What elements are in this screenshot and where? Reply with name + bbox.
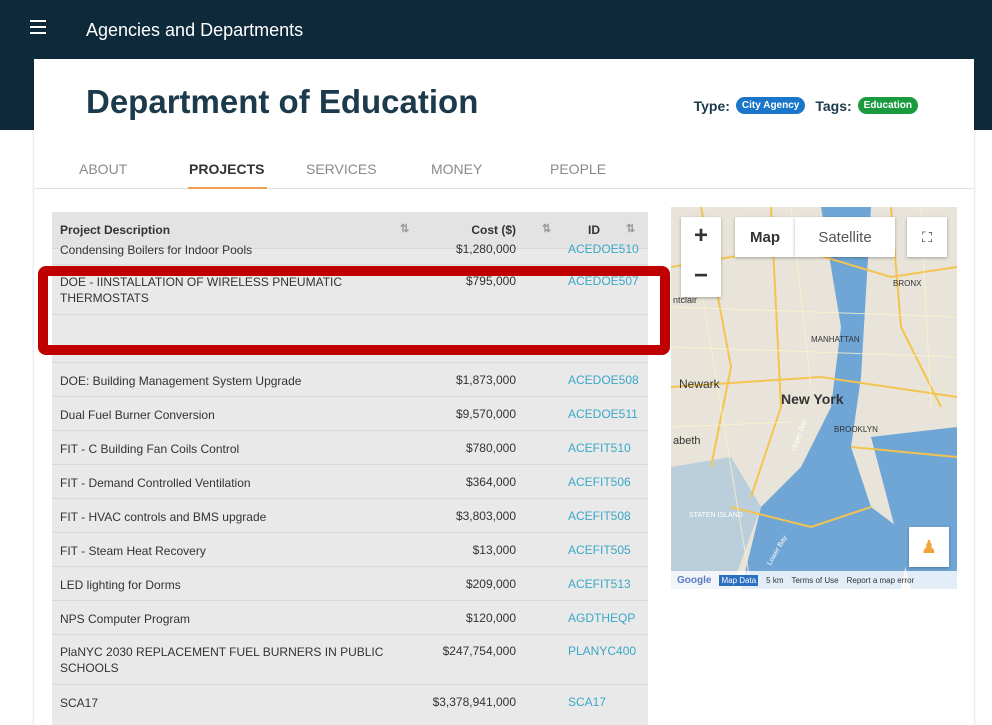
tab-bar: ABOUT PROJECTS SERVICES MONEY PEOPLE — [34, 151, 974, 189]
project-id-link[interactable]: SCA17 — [568, 695, 606, 709]
project-description: Dual Fuel Burner Conversion — [60, 408, 215, 422]
column-header-cost[interactable]: Cost ($) — [471, 223, 516, 237]
project-description: FIT - Demand Controlled Ventilation — [60, 476, 251, 490]
project-id-link[interactable]: ACEFIT510 — [568, 441, 631, 455]
project-cost: $247,754,000 — [442, 644, 516, 658]
zoom-out-button[interactable]: − — [694, 257, 708, 297]
highlight-box — [38, 266, 670, 355]
table-row[interactable]: FIT - Steam Heat Recovery $13,000 ACEFIT… — [52, 532, 648, 566]
project-description: NPS Computer Program — [60, 612, 191, 626]
map-label-new-york: New York — [781, 391, 844, 407]
project-cost: $1,280,000 — [455, 242, 516, 256]
map-type-map-button[interactable]: Map — [735, 217, 795, 257]
table-row[interactable]: NPS Computer Program $120,000 AGDTHEQP — [52, 600, 648, 634]
project-id-link[interactable]: ACEFIT505 — [568, 543, 631, 557]
map-data-link[interactable]: Map Data — [719, 574, 759, 586]
project-id-link[interactable]: AGDTHEQP — [568, 611, 635, 625]
sort-icon[interactable]: ⇅ — [542, 222, 551, 235]
project-cost: $9,570,000 — [455, 407, 516, 421]
project-id-link[interactable]: PLANYC400 — [568, 644, 636, 658]
zoom-control: + − — [681, 217, 721, 297]
project-cost: $120,000 — [465, 611, 516, 625]
project-id-link[interactable]: ACEDOE511 — [568, 407, 638, 421]
map-attribution: Google Map Data 5 km Terms of Use Report… — [671, 571, 957, 589]
column-header-description[interactable]: Project Description — [60, 223, 170, 237]
project-id-link[interactable]: ACEDOE508 — [568, 373, 639, 387]
type-label: Type: — [693, 97, 730, 114]
table-row[interactable]: SCA17 $3,378,941,000 SCA17 — [52, 684, 648, 718]
table-row[interactable]: Dual Fuel Burner Conversion $9,570,000 A… — [52, 396, 648, 430]
map-label-bronx: BRONX — [893, 279, 922, 288]
tab-about[interactable]: ABOUT — [79, 161, 127, 177]
project-description: SCA17 — [60, 696, 99, 710]
fullscreen-icon[interactable]: ⛶ — [907, 217, 947, 257]
sort-icon[interactable]: ⇅ — [626, 222, 635, 235]
project-id-link[interactable]: ACEFIT508 — [568, 509, 631, 523]
report-map-error-link[interactable]: Report a map error — [847, 576, 915, 585]
project-description: DOE: Building Management System Upgrade — [60, 374, 302, 388]
zoom-in-button[interactable]: + — [694, 217, 708, 257]
page-title: Department of Education — [86, 83, 479, 120]
project-cost: $13,000 — [472, 543, 516, 557]
project-cost: $3,803,000 — [455, 509, 516, 523]
project-cost: $1,873,000 — [455, 373, 516, 387]
type-badge[interactable]: City Agency — [735, 97, 806, 114]
project-description: PlaNYC 2030 REPLACEMENT FUEL BURNERS IN … — [60, 645, 384, 675]
sort-asc-icon[interactable]: ⇅ — [400, 222, 409, 235]
project-description: LED lighting for Dorms — [60, 578, 181, 592]
tab-services[interactable]: SERVICES — [306, 161, 377, 177]
tags-label: Tags: — [815, 97, 852, 114]
column-header-id[interactable]: ID — [588, 223, 600, 237]
project-description: FIT - C Building Fan Coils Control — [60, 442, 240, 456]
tab-people[interactable]: PEOPLE — [550, 161, 606, 177]
map-type-satellite-button[interactable]: Satellite — [795, 217, 895, 257]
agency-meta: Type: City Agency Tags: Education — [694, 97, 918, 114]
project-description: FIT - HVAC controls and BMS upgrade — [60, 510, 267, 524]
menu-icon[interactable] — [30, 20, 46, 34]
tab-projects[interactable]: PROJECTS — [189, 161, 264, 177]
app-title: Agencies and Departments — [86, 20, 304, 40]
map-label-staten-island: STATEN ISLAND — [689, 512, 743, 519]
project-cost: $209,000 — [465, 577, 516, 591]
table-row[interactable]: PlaNYC 2030 REPLACEMENT FUEL BURNERS IN … — [52, 634, 648, 684]
tag-badge[interactable]: Education — [857, 97, 918, 114]
project-id-link[interactable]: ACEFIT506 — [568, 475, 631, 489]
project-cost: $364,000 — [465, 475, 516, 489]
map-view[interactable]: Newark New York MANHATTAN BROOKLYN BRONX… — [671, 207, 957, 589]
active-tab-indicator — [188, 187, 267, 189]
project-description: FIT - Steam Heat Recovery — [60, 544, 206, 558]
pegman-icon[interactable]: ♟ — [909, 527, 949, 567]
table-row[interactable]: Condensing Boilers for Indoor Pools $1,2… — [52, 242, 648, 264]
map-label-elizabeth: abeth — [673, 435, 701, 447]
table-row[interactable]: FIT - HVAC controls and BMS upgrade $3,8… — [52, 498, 648, 532]
project-cost: $780,000 — [465, 441, 516, 455]
table-row[interactable]: LED lighting for Dorms $209,000 ACEFIT51… — [52, 566, 648, 600]
table-row[interactable]: FIT - C Building Fan Coils Control $780,… — [52, 430, 648, 464]
project-cost: $3,378,941,000 — [432, 695, 516, 709]
project-id-link[interactable]: ACEDOE510 — [568, 242, 639, 256]
table-row[interactable]: FIT - Demand Controlled Ventilation $364… — [52, 464, 648, 498]
map-label-newark: Newark — [679, 377, 720, 391]
table-row[interactable]: DOE: Building Management System Upgrade … — [52, 362, 648, 396]
project-description: Condensing Boilers for Indoor Pools — [60, 243, 253, 257]
map-label-brooklyn: BROOKLYN — [834, 425, 878, 434]
terms-of-use-link[interactable]: Terms of Use — [791, 576, 838, 585]
map-label-manhattan: MANHATTAN — [811, 335, 860, 344]
tab-money[interactable]: MONEY — [431, 161, 482, 177]
project-id-link[interactable]: ACEFIT513 — [568, 577, 631, 591]
map-scale: 5 km — [766, 575, 784, 585]
google-logo: Google — [677, 574, 712, 586]
